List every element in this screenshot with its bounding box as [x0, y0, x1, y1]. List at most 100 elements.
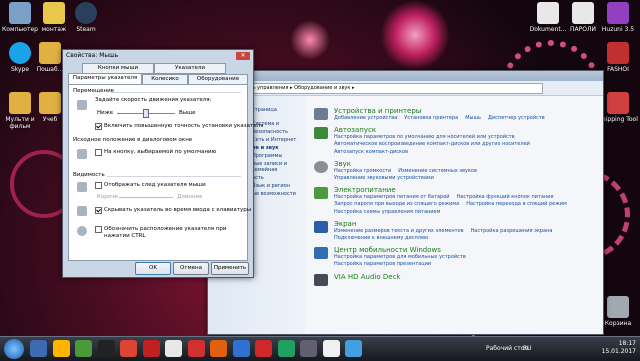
category-display: Экран Изменение размеров текста и других…	[312, 220, 599, 242]
taskbar-app-icon[interactable]	[142, 340, 160, 357]
desktop-toolbar-label[interactable]: Рабочий стол	[486, 345, 528, 352]
steam-icon	[75, 2, 97, 24]
taskbar-app-icon[interactable]	[75, 340, 92, 357]
mouse-properties-dialog: Свойства: Мышь ✕ Кнопки мыши Указатели П…	[62, 49, 263, 278]
link[interactable]: Установка принтера	[404, 115, 458, 121]
category-sound: Звук Настройка громкости Изменение систем…	[312, 160, 599, 182]
link[interactable]: Настройка громкости	[334, 168, 391, 174]
clock[interactable]: 18:17 15.01.2017	[602, 340, 636, 356]
taskbar-app-icon[interactable]	[300, 340, 317, 357]
pointer-trails-icon	[77, 182, 87, 192]
group-label-visibility: Видимость	[73, 172, 105, 178]
cancel-button[interactable]: Отмена	[173, 262, 209, 275]
tab-panel: Перемещение Задайте скорость движения ук…	[68, 84, 263, 261]
show-location-label: Обозначить расположение указателя при на…	[104, 226, 227, 239]
link[interactable]: Настройка схемы управления питанием	[334, 209, 599, 216]
link[interactable]: Запрос пароля при выходе из спящего режи…	[334, 201, 459, 207]
control-panel-window: ◀▶ Панель управления ▸ Оборудование и зв…	[207, 70, 604, 335]
trails-label: Отображать след указателя мыши	[104, 182, 206, 188]
link[interactable]: Автоматическое воспроизведение компакт-д…	[334, 141, 599, 148]
hide-pointer-icon	[77, 206, 87, 216]
snap-label: На кнопку, выбираемой по умолчанию	[104, 149, 217, 155]
trails-checkbox[interactable]	[95, 182, 102, 189]
computer-icon	[9, 2, 31, 24]
snap-checkbox[interactable]	[95, 149, 102, 156]
category-list: Устройства и принтеры Добавление устройс…	[312, 107, 599, 286]
category-title[interactable]: Экран	[334, 220, 599, 228]
desktop-icon-steam[interactable]: Steam	[66, 2, 106, 33]
hide-pointer-checkbox[interactable]	[95, 207, 102, 214]
language-indicator[interactable]: RU	[523, 345, 532, 352]
locate-pointer-icon	[77, 226, 87, 236]
pointer-speed-icon	[77, 100, 87, 110]
link[interactable]: Настройка функций кнопок питания	[457, 194, 554, 200]
category-mobility-center: Центр мобильности Windows Настройка пара…	[312, 246, 599, 268]
divider	[111, 92, 241, 93]
link[interactable]: Изменение системных звуков	[398, 168, 477, 174]
close-button[interactable]: ✕	[236, 51, 250, 60]
document-icon	[572, 2, 594, 24]
show-location-checkbox[interactable]	[95, 226, 102, 233]
desktop-icon-fashoi[interactable]: FASHOI	[598, 42, 638, 73]
snap-to-icon	[77, 149, 87, 159]
precision-checkbox[interactable]	[95, 123, 102, 130]
control-panel-titlebar[interactable]	[208, 71, 603, 81]
hide-pointer-label: Скрывать указатель во время ввода с клав…	[104, 207, 252, 213]
taskbar-app-icon[interactable]	[97, 340, 115, 357]
mobility-center-icon	[314, 247, 328, 260]
fast-label: Выше	[179, 110, 196, 116]
desktop-icon-huzuni[interactable]: Huzuni 3.5	[598, 2, 638, 33]
taskbar-app-icon[interactable]	[30, 340, 47, 357]
breadcrumb[interactable]: Панель управления ▸ Оборудование и звук …	[227, 82, 543, 94]
tab-pointers[interactable]: Указатели	[154, 63, 226, 74]
apply-button[interactable]: Применить	[211, 262, 249, 275]
dialog-title: Свойства: Мышь	[66, 52, 119, 59]
taskbar-app-icon[interactable]	[255, 340, 272, 357]
category-title[interactable]: Автозапуск	[334, 126, 599, 134]
taskbar-app-icon[interactable]	[52, 340, 70, 357]
clock-date: 15.01.2017	[601, 348, 636, 355]
recycle-bin-icon	[607, 296, 629, 318]
desktop-icon-snipping-tool[interactable]: Snipping Tool	[598, 92, 638, 123]
ok-button[interactable]: OK	[135, 262, 171, 275]
short-label: Короче	[97, 194, 118, 200]
desktop-icon-passwords[interactable]: ПАРОЛИ	[563, 2, 603, 33]
category-title[interactable]: Звук	[334, 160, 599, 168]
wallpaper-ornament	[290, 20, 330, 60]
link[interactable]: Диспетчер устройств	[488, 115, 545, 121]
link[interactable]: Автозапуск компакт-дисков	[334, 149, 599, 156]
link[interactable]: Настройка разрешения экрана	[471, 228, 553, 234]
desktop-icon-recycle-bin[interactable]: Корзина	[598, 296, 638, 327]
link[interactable]: Подключение к внешнему дисплею	[334, 235, 599, 242]
taskbar-app-icon[interactable]	[210, 340, 227, 357]
link[interactable]: Изменение размеров текста и других элеме…	[334, 228, 464, 234]
taskbar-app-icon[interactable]	[165, 340, 182, 357]
taskbar-app-icon[interactable]	[277, 340, 295, 357]
category-devices: Устройства и принтеры Добавление устройс…	[312, 107, 599, 122]
link[interactable]: Настройка параметров презентации	[334, 261, 599, 268]
link[interactable]: Настройка перехода в спящий режим	[466, 201, 567, 207]
long-label: Длиннее	[177, 194, 203, 200]
start-button[interactable]	[4, 339, 24, 359]
link[interactable]: Управление звуковыми устройствами	[334, 175, 599, 182]
link[interactable]: Настройка параметров питания от батарей	[334, 194, 450, 200]
category-title[interactable]: VIA HD Audio Deck	[334, 273, 599, 281]
group-label-snap: Исходное положение в диалоговом окне	[73, 137, 193, 143]
taskbar-app-icon[interactable]	[345, 340, 362, 357]
taskbar-app-icon[interactable]	[322, 340, 340, 357]
dialog-titlebar[interactable]: Свойства: Мышь ✕	[63, 50, 253, 61]
speed-slider-thumb[interactable]	[143, 109, 149, 118]
category-title[interactable]: Устройства и принтеры	[334, 107, 599, 115]
folder-icon	[9, 92, 31, 114]
trails-slider-track[interactable]	[119, 197, 173, 198]
link[interactable]: Мышь	[465, 115, 481, 121]
monitor-icon	[314, 220, 328, 233]
taskbar-app-icon[interactable]	[187, 340, 205, 357]
category-via-audio: VIA HD Audio Deck	[312, 273, 599, 286]
link[interactable]: Добавление устройства	[334, 115, 397, 121]
battery-icon	[314, 187, 328, 200]
taskbar-app-icon[interactable]	[120, 340, 137, 357]
desktop-icon-documents[interactable]: Dokument...	[528, 2, 568, 33]
app-icon	[607, 42, 629, 64]
taskbar-app-icon[interactable]	[232, 340, 250, 357]
